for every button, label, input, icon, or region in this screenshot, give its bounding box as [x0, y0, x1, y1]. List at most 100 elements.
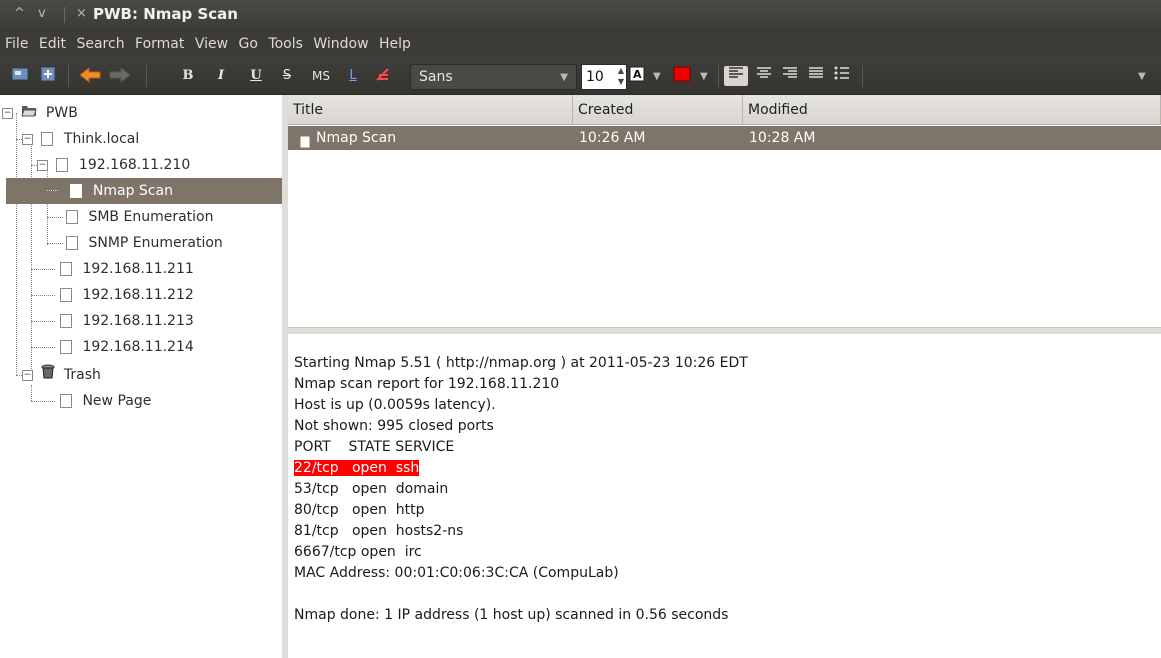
notebook-tree: − PWB − Think.local − 192.168.11.210 Nma…: [0, 95, 283, 658]
tree-item-192-168-11-210[interactable]: − 192.168.11.210: [37, 152, 190, 178]
editor-line: Starting Nmap 5.51 ( http://nmap.org ) a…: [294, 355, 748, 371]
page-list: Title Created Modified Nmap Scan 10:26 A…: [288, 95, 1161, 327]
bold-button[interactable]: B: [180, 66, 196, 86]
close-icon[interactable]: ×: [76, 6, 87, 21]
menu-view[interactable]: View: [195, 30, 228, 52]
font-family-value: Sans: [419, 69, 453, 85]
font-size-spinner[interactable]: 10 ▲ ▼: [581, 64, 627, 90]
align-left-icon[interactable]: [724, 66, 748, 86]
menu-search[interactable]: Search: [76, 30, 124, 52]
page-editor[interactable]: Starting Nmap 5.51 ( http://nmap.org ) a…: [288, 334, 1161, 658]
menu-go[interactable]: Go: [239, 30, 258, 52]
page-icon: [56, 158, 69, 172]
collapse-icon[interactable]: −: [22, 133, 33, 145]
tree-item-label: 192.168.11.213: [82, 313, 194, 329]
menu-bar: File Edit Search Format View Go Tools Wi…: [0, 30, 1161, 57]
tree-item-label: 192.168.11.211: [82, 261, 194, 277]
page-icon: [60, 288, 72, 302]
tree-item-trash[interactable]: − Trash: [22, 362, 101, 388]
chevron-down-icon[interactable]: ▼: [653, 71, 661, 82]
editor-line-highlighted: 22/tcp open ssh: [294, 458, 420, 479]
collapse-icon[interactable]: −: [22, 369, 33, 381]
divider: [64, 7, 65, 23]
column-header-title[interactable]: Title: [288, 95, 573, 125]
font-family-combo[interactable]: Sans ▼: [410, 64, 577, 90]
tree-item-snmp-enumeration[interactable]: SNMP Enumeration: [66, 230, 223, 256]
clear-format-icon[interactable]: [374, 66, 392, 86]
tree-item-new-page[interactable]: New Page: [60, 388, 151, 414]
tree-item-192-168-11-214[interactable]: 192.168.11.214: [60, 334, 194, 360]
column-header-created[interactable]: Created: [573, 95, 743, 125]
menu-edit[interactable]: Edit: [39, 30, 66, 52]
menu-format[interactable]: Format: [135, 30, 184, 52]
back-icon[interactable]: [76, 66, 104, 86]
tree-item-pwb[interactable]: − PWB: [2, 100, 78, 126]
title-bar: ^ v × PWB: Nmap Scan: [0, 0, 1161, 30]
tree-item-think-local[interactable]: − Think.local: [22, 126, 139, 152]
tree-item-label: 192.168.11.210: [78, 157, 191, 173]
highlight-color-icon[interactable]: [672, 66, 692, 86]
page-icon: [66, 236, 78, 250]
menu-help[interactable]: Help: [379, 30, 411, 52]
italic-button[interactable]: I: [213, 66, 229, 86]
toolbar-overflow-icon[interactable]: ▼: [1138, 71, 1146, 82]
column-header-modified[interactable]: Modified: [743, 95, 1161, 125]
tree-item-nmap-scan[interactable]: Nmap Scan: [6, 178, 282, 204]
menu-tools[interactable]: Tools: [268, 30, 303, 52]
editor-line: 81/tcp open hosts2-ns: [294, 523, 464, 539]
tree-item-192-168-11-211[interactable]: 192.168.11.211: [60, 256, 194, 282]
justify-icon[interactable]: [806, 66, 826, 86]
tree-item-label: Trash: [63, 367, 101, 383]
new-notebook-icon[interactable]: [10, 66, 30, 86]
tree-item-label: SMB Enumeration: [88, 209, 214, 225]
align-right-icon[interactable]: [780, 66, 800, 86]
monospace-button[interactable]: MS: [308, 66, 334, 86]
maximize-icon[interactable]: v: [38, 6, 46, 21]
minimize-icon[interactable]: ^: [14, 6, 25, 21]
editor-line: Nmap scan report for 192.168.11.210: [294, 376, 560, 392]
page-icon: [60, 394, 72, 408]
editor-line: MAC Address: 00:01:C0:06:3C:CA (CompuLab…: [294, 565, 619, 581]
spin-arrows-icon[interactable]: ▲ ▼: [618, 65, 624, 87]
row-title: Nmap Scan: [316, 130, 397, 146]
chevron-down-icon: ▼: [560, 72, 568, 83]
page-icon: [60, 262, 72, 276]
tree-item-label: 192.168.11.214: [82, 339, 194, 355]
underline-button[interactable]: U: [248, 66, 264, 86]
collapse-icon[interactable]: −: [2, 107, 13, 119]
horizontal-splitter[interactable]: [288, 327, 1161, 334]
tree-item-192-168-11-212[interactable]: 192.168.11.212: [60, 282, 194, 308]
chevron-down-icon[interactable]: ▼: [700, 71, 708, 82]
editor-line: PORT STATE SERVICE: [294, 439, 455, 455]
page-icon: [300, 132, 310, 156]
row-created: 10:26 AM: [579, 130, 646, 146]
align-center-icon[interactable]: [754, 66, 774, 86]
tree-item-label: Think.local: [63, 131, 140, 147]
tree-item-label: Nmap Scan: [92, 183, 173, 199]
editor-line: 53/tcp open domain: [294, 481, 449, 497]
new-page-icon[interactable]: [38, 66, 58, 86]
tree-item-label: 192.168.11.212: [82, 287, 194, 303]
forward-icon[interactable]: [106, 66, 134, 86]
folder-icon: [21, 100, 38, 126]
editor-line: Not shown: 995 closed ports: [294, 418, 494, 434]
page-icon: [60, 314, 72, 328]
toolbar: B I U S MS L Sans ▼ 10 ▲ ▼ A ▼ ▼ ▼: [0, 57, 1161, 95]
strikethrough-button[interactable]: S: [279, 66, 295, 86]
editor-line: 6667/tcp open irc: [294, 544, 422, 560]
text-color-icon[interactable]: A: [628, 66, 646, 86]
tree-item-smb-enumeration[interactable]: SMB Enumeration: [66, 204, 213, 230]
link-button[interactable]: L: [346, 66, 360, 86]
trash-icon: [41, 362, 55, 388]
tree-item-label: PWB: [45, 105, 78, 121]
window-title: PWB: Nmap Scan: [93, 5, 238, 23]
bullet-list-icon[interactable]: [832, 66, 852, 86]
menu-file[interactable]: File: [5, 30, 28, 52]
highlighted-text: 22/tcp open ssh: [294, 460, 420, 476]
menu-window[interactable]: Window: [313, 30, 368, 52]
page-icon: [70, 184, 83, 198]
list-row[interactable]: Nmap Scan 10:26 AM 10:28 AM: [288, 126, 1161, 150]
collapse-icon[interactable]: −: [37, 159, 48, 171]
page-icon: [41, 132, 54, 146]
tree-item-192-168-11-213[interactable]: 192.168.11.213: [60, 308, 194, 334]
